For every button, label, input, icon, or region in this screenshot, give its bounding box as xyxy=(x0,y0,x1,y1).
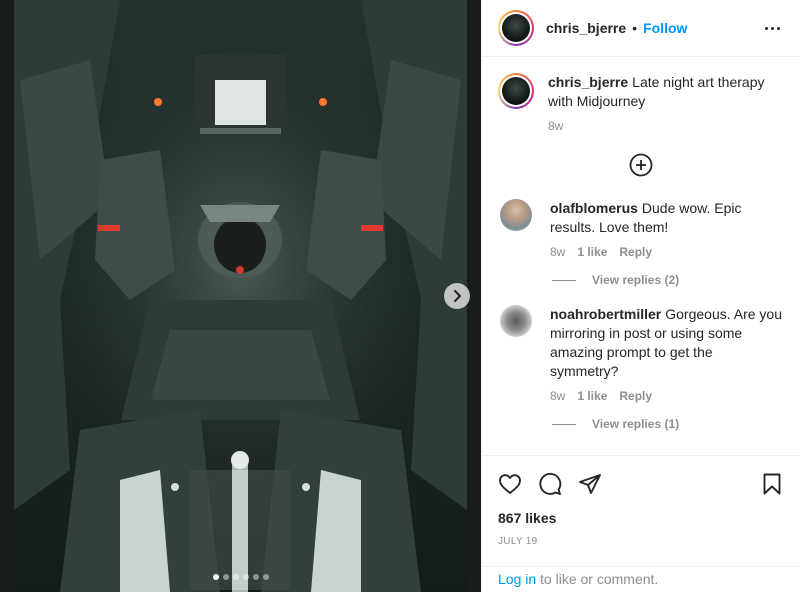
reply-button[interactable]: Reply xyxy=(619,245,652,259)
comments-section: chris_bjerre Late night art therapy with … xyxy=(482,57,800,455)
add-comment-icon[interactable] xyxy=(629,153,653,177)
login-link[interactable]: Log in xyxy=(498,571,536,587)
view-replies-label: View replies (2) xyxy=(592,273,680,287)
carousel-indicator xyxy=(0,574,481,580)
action-bar xyxy=(498,464,784,504)
reply-button[interactable]: Reply xyxy=(619,389,652,403)
post-date[interactable]: JULY 19 xyxy=(498,536,784,547)
replies-divider xyxy=(552,279,576,281)
login-text: to like or comment. xyxy=(540,571,659,587)
comment-age[interactable]: 8w xyxy=(550,389,565,403)
bookmark-icon[interactable] xyxy=(760,472,784,496)
more-options-icon[interactable] xyxy=(760,18,784,38)
caption-avatar[interactable] xyxy=(498,73,534,109)
comment-item: noahrobertmiller Gorgeous. Are you mirror… xyxy=(498,305,784,431)
follow-button[interactable]: Follow xyxy=(643,20,687,36)
carousel-dot xyxy=(232,574,239,580)
post-image xyxy=(0,0,481,592)
post-sidebar: chris_bjerre • Follow chris_bjerre Late n… xyxy=(481,0,800,592)
share-icon[interactable] xyxy=(578,472,602,496)
carousel-dot xyxy=(262,574,269,580)
author-avatar[interactable] xyxy=(498,10,534,46)
load-more-comments[interactable] xyxy=(498,153,784,177)
post-actions: 867 likes JULY 19 xyxy=(482,455,800,547)
login-prompt: Log in to like or comment. xyxy=(482,566,800,592)
comment-likes[interactable]: 1 like xyxy=(577,245,607,259)
comment-likes[interactable]: 1 like xyxy=(577,389,607,403)
header-separator: • xyxy=(632,20,638,36)
post-media[interactable] xyxy=(0,0,481,592)
heart-icon[interactable] xyxy=(498,472,522,496)
post-caption: chris_bjerre Late night art therapy with … xyxy=(498,73,784,133)
comment-icon[interactable] xyxy=(538,472,562,496)
commenter-avatar[interactable] xyxy=(500,305,532,337)
instagram-post: chris_bjerre • Follow chris_bjerre Late n… xyxy=(0,0,800,592)
view-replies-label: View replies (1) xyxy=(592,417,680,431)
comment-item: olafblomerus Dude wow. Epic results. Love… xyxy=(498,199,784,287)
replies-divider xyxy=(552,423,576,425)
view-replies-button[interactable]: View replies (1) xyxy=(552,417,784,431)
comment-age[interactable]: 8w xyxy=(550,245,565,259)
carousel-dot xyxy=(242,574,249,580)
post-header: chris_bjerre • Follow xyxy=(482,0,800,57)
author-username[interactable]: chris_bjerre xyxy=(546,20,626,36)
commenter-username[interactable]: noahrobertmiller xyxy=(550,306,661,322)
carousel-dot xyxy=(252,574,259,580)
carousel-next-button[interactable] xyxy=(444,283,470,309)
commenter-username[interactable]: olafblomerus xyxy=(550,200,638,216)
likes-count[interactable]: 867 likes xyxy=(498,510,784,526)
carousel-dot xyxy=(222,574,229,580)
caption-username[interactable]: chris_bjerre xyxy=(548,74,628,90)
view-replies-button[interactable]: View replies (2) xyxy=(552,273,784,287)
commenter-avatar[interactable] xyxy=(500,199,532,231)
chevron-right-icon xyxy=(454,290,461,302)
carousel-dot xyxy=(212,574,219,580)
caption-age[interactable]: 8w xyxy=(548,119,563,133)
